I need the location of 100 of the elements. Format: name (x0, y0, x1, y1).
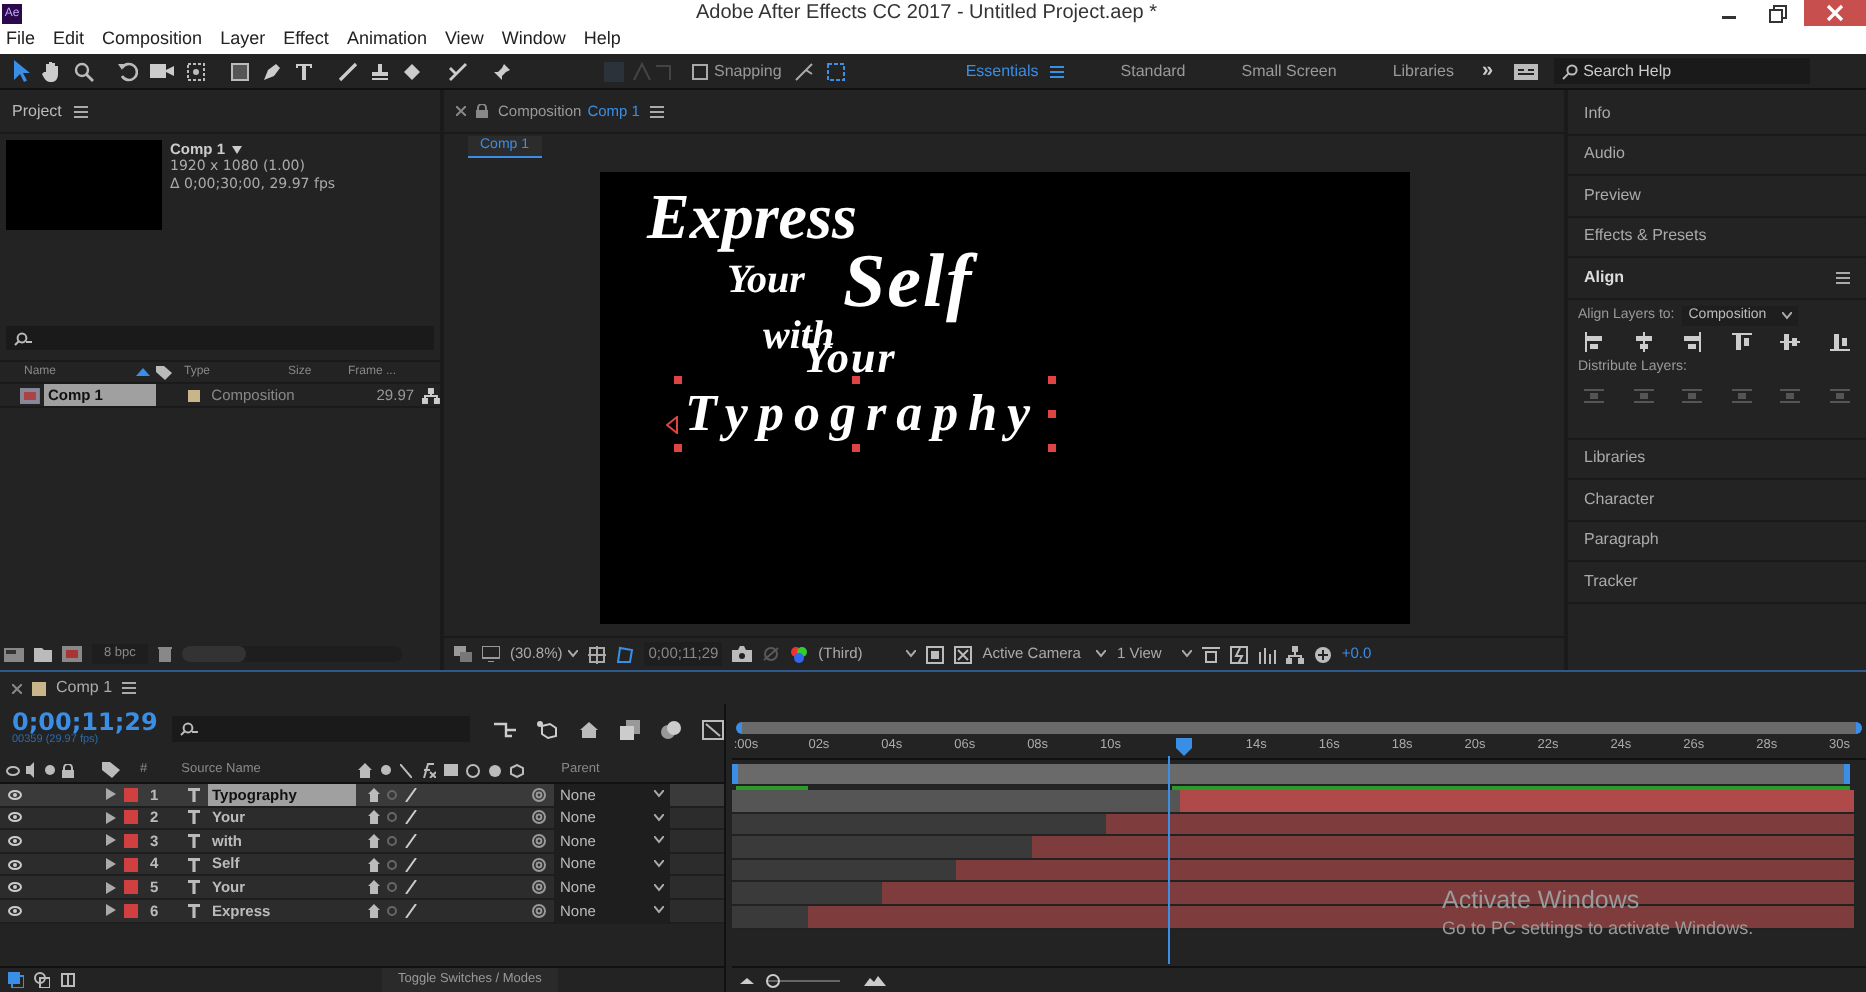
menu-icon[interactable] (649, 105, 664, 117)
flowchart-icon[interactable] (422, 387, 440, 403)
cube-icon[interactable] (509, 763, 524, 777)
pen-tool-icon[interactable] (262, 61, 282, 81)
align-icon[interactable] (1682, 332, 1703, 352)
visibility-icon[interactable] (8, 835, 22, 846)
zoom-in-icon[interactable] (864, 975, 886, 985)
visibility-icon[interactable] (8, 812, 22, 823)
visibility-icon[interactable] (8, 859, 22, 870)
menu-item[interactable]: Animation (346, 26, 427, 54)
label-color-swatch[interactable] (124, 857, 138, 872)
project-search-field[interactable] (6, 326, 434, 350)
trash-icon[interactable] (157, 646, 172, 662)
folder-icon[interactable] (34, 647, 52, 661)
motion-blur-icon[interactable] (660, 719, 682, 739)
panel-header[interactable]: Audio (1584, 142, 1625, 167)
graph-editor-icon[interactable] (702, 719, 724, 739)
mask-visibility-icon[interactable] (616, 645, 635, 663)
keyboard-icon[interactable] (1513, 63, 1538, 79)
fast-previews-icon[interactable] (1229, 645, 1248, 663)
label-color-swatch[interactable] (124, 903, 138, 918)
zoom-out-icon[interactable] (740, 976, 754, 984)
layer-switches-icon[interactable] (8, 972, 24, 988)
label-color-swatch[interactable] (124, 787, 138, 802)
workspace-tab[interactable]: Libraries (1392, 59, 1455, 83)
align-icon[interactable] (1584, 332, 1604, 352)
shy-layers-icon[interactable] (578, 720, 600, 738)
search-help-field[interactable]: Search Help (1553, 58, 1810, 84)
menu-item[interactable]: Layer (220, 26, 266, 54)
sort-icon[interactable] (136, 368, 150, 376)
workspace-tab[interactable]: Essentials (965, 59, 1039, 83)
panel-title[interactable]: Project (12, 99, 62, 123)
effects-icon[interactable] (419, 762, 436, 778)
menu-icon[interactable] (1836, 271, 1850, 284)
color-channels-icon[interactable] (790, 645, 809, 663)
shy-icon[interactable] (357, 762, 372, 778)
panel-header[interactable]: Preview (1584, 183, 1641, 208)
menu-icon[interactable] (122, 682, 137, 694)
type-tool-icon[interactable] (294, 61, 314, 81)
menu-item[interactable]: Composition (102, 26, 203, 54)
layer-switches-drawing[interactable] (368, 810, 420, 825)
transfer-controls-icon[interactable] (34, 972, 50, 988)
label-color-swatch[interactable] (124, 880, 138, 895)
visibility-icon[interactable] (6, 765, 20, 775)
audio-icon[interactable] (26, 762, 38, 778)
collapse-icon[interactable] (379, 764, 392, 776)
align-icon[interactable] (1780, 332, 1801, 352)
menu-item[interactable]: View (444, 26, 484, 54)
region-of-interest-icon[interactable] (926, 645, 945, 663)
close-icon[interactable] (12, 683, 22, 693)
layer-switches-drawing[interactable] (368, 903, 420, 918)
current-timecode[interactable]: 0;00;11;29 (12, 710, 158, 735)
pixel-aspect-icon[interactable] (1201, 645, 1220, 663)
selection-handle[interactable] (851, 444, 859, 452)
menu-item[interactable]: Help (583, 26, 621, 54)
preview-toggle-icon[interactable] (454, 646, 472, 662)
in-out-columns-icon[interactable] (60, 972, 76, 988)
workspace-tab[interactable]: Small Screen (1241, 59, 1337, 83)
align-icon[interactable] (1633, 332, 1654, 352)
selection-handle[interactable] (1047, 376, 1055, 384)
align-icon[interactable] (1731, 332, 1752, 352)
brush-tool-icon[interactable] (338, 61, 358, 81)
timeline-icon[interactable] (1257, 645, 1276, 663)
dropdown-icon[interactable] (231, 145, 242, 153)
label-color-swatch[interactable] (124, 833, 138, 848)
menu-item[interactable]: Effect (283, 26, 329, 54)
snap-icon[interactable] (793, 61, 814, 81)
monitor-icon[interactable] (482, 646, 500, 662)
visibility-icon[interactable] (8, 882, 22, 893)
selection-handle[interactable] (1047, 444, 1055, 452)
menu-icon[interactable] (73, 105, 88, 117)
pan-behind-tool-icon[interactable] (186, 61, 206, 81)
align-icon[interactable] (1829, 332, 1850, 352)
selection-handle[interactable] (1047, 410, 1055, 418)
menu-item[interactable]: File (6, 26, 36, 54)
layer-switches-drawing[interactable] (368, 857, 420, 872)
panel-header[interactable]: Character (1584, 487, 1655, 512)
rotate-tool-icon[interactable] (118, 61, 138, 81)
visibility-icon[interactable] (8, 789, 22, 800)
roto-brush-icon[interactable] (446, 61, 468, 81)
frame-blending-icon[interactable] (620, 719, 640, 739)
anchor-point-icon[interactable] (665, 416, 677, 434)
close-icon[interactable] (1804, 0, 1866, 26)
panel-header[interactable]: Align (1584, 265, 1624, 290)
exposure-reset-icon[interactable] (1313, 645, 1332, 663)
draft-3d-icon[interactable] (536, 719, 558, 739)
motion-blur-icon[interactable] (465, 763, 480, 777)
layer-search-field[interactable] (171, 716, 470, 742)
layer-switches-drawing[interactable] (368, 880, 420, 895)
zoom-slider[interactable] (766, 973, 840, 987)
lock-icon[interactable] (62, 763, 74, 777)
interpret-footage-icon[interactable] (4, 647, 24, 661)
snapping-checkbox[interactable]: Snapping (692, 59, 782, 83)
hand-tool-icon[interactable] (42, 60, 62, 82)
panel-header[interactable]: Effects & Presets (1584, 224, 1707, 249)
comp-mini-flowchart-icon[interactable] (494, 720, 516, 738)
frame-blend-icon[interactable] (443, 764, 458, 776)
layer-switches-drawing[interactable] (368, 833, 420, 848)
snap-grid-icon[interactable] (825, 61, 846, 81)
camera-tool-icon[interactable] (150, 62, 174, 80)
